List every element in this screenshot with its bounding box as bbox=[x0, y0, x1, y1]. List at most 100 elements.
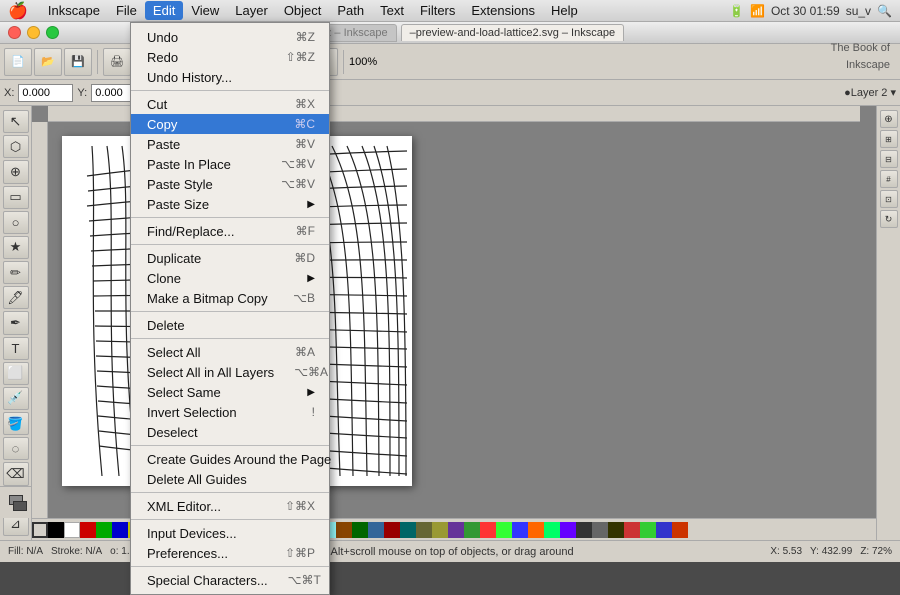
brown-swatch[interactable] bbox=[336, 522, 352, 538]
dkbrown-swatch[interactable] bbox=[608, 522, 624, 538]
menubar-layer[interactable]: Layer bbox=[227, 1, 276, 20]
window-tab-active[interactable]: –preview-and-load-lattice2.svg – Inkscap… bbox=[401, 24, 624, 41]
violet-swatch[interactable] bbox=[560, 522, 576, 538]
paint-bucket-tool[interactable]: 🪣 bbox=[3, 412, 29, 435]
zoom-fit-right[interactable]: ⊡ bbox=[880, 190, 898, 208]
navy-swatch[interactable] bbox=[368, 522, 384, 538]
green-swatch[interactable] bbox=[96, 522, 112, 538]
text-tool[interactable]: T bbox=[3, 337, 29, 360]
dustyred-swatch[interactable] bbox=[624, 522, 640, 538]
menu-cut[interactable]: Cut ⌘X bbox=[131, 94, 329, 114]
brightgreen-swatch[interactable] bbox=[496, 522, 512, 538]
node-tool[interactable]: ⬡ bbox=[3, 135, 29, 158]
brightblue-swatch[interactable] bbox=[512, 522, 528, 538]
menubar-help[interactable]: Help bbox=[543, 1, 586, 20]
close-button[interactable] bbox=[8, 26, 21, 39]
white-swatch[interactable] bbox=[64, 522, 80, 538]
menu-preferences[interactable]: Preferences... ⇧⌘P bbox=[131, 543, 329, 563]
dkteal-swatch[interactable] bbox=[400, 522, 416, 538]
menu-select-all-layers[interactable]: Select All in All Layers ⌥⌘A bbox=[131, 362, 329, 382]
menu-paste-style[interactable]: Paste Style ⌥⌘V bbox=[131, 174, 329, 194]
mintgreen-swatch[interactable] bbox=[544, 522, 560, 538]
menu-undo-history[interactable]: Undo History... bbox=[131, 67, 329, 87]
fill-stroke-btn[interactable]: ⊞ bbox=[880, 130, 898, 148]
zoom-tool[interactable]: ⊕ bbox=[3, 160, 29, 183]
red-swatch[interactable] bbox=[80, 522, 96, 538]
medgreen-swatch[interactable] bbox=[640, 522, 656, 538]
print-button[interactable]: 🖨 bbox=[103, 48, 131, 76]
guides-btn[interactable]: ⊟ bbox=[880, 150, 898, 168]
redbrown-swatch[interactable] bbox=[672, 522, 688, 538]
pencil-tool[interactable]: ✏ bbox=[3, 261, 29, 284]
menu-special-characters[interactable]: Special Characters... ⌥⌘T bbox=[131, 570, 329, 590]
rect-tool[interactable]: ▭ bbox=[3, 186, 29, 209]
indigo-swatch[interactable] bbox=[448, 522, 464, 538]
layer-selector[interactable]: ●Layer 2 ▾ bbox=[844, 86, 896, 99]
spotlight-icon[interactable]: 🔍 bbox=[877, 4, 892, 18]
menu-duplicate[interactable]: Duplicate ⌘D bbox=[131, 248, 329, 268]
menu-undo[interactable]: Undo ⌘Z bbox=[131, 27, 329, 47]
menubar-inkscape[interactable]: Inkscape bbox=[40, 1, 108, 20]
eyedropper-tool[interactable]: 💉 bbox=[3, 387, 29, 410]
brightorange-swatch[interactable] bbox=[528, 522, 544, 538]
dkgray-swatch[interactable] bbox=[576, 522, 592, 538]
black-swatch[interactable] bbox=[48, 522, 64, 538]
grid-btn[interactable]: # bbox=[880, 170, 898, 188]
lime-swatch[interactable] bbox=[464, 522, 480, 538]
medblue-swatch[interactable] bbox=[656, 522, 672, 538]
menu-input-devices[interactable]: Input Devices... bbox=[131, 523, 329, 543]
transparent-swatch[interactable] bbox=[32, 522, 48, 538]
menu-xml-editor[interactable]: XML Editor... ⇧⌘X bbox=[131, 496, 329, 516]
menu-make-bitmap-copy[interactable]: Make a Bitmap Copy ⌥B bbox=[131, 288, 329, 308]
x-coord-input[interactable] bbox=[18, 84, 73, 102]
blue-swatch[interactable] bbox=[112, 522, 128, 538]
eraser-tool[interactable]: ⌫ bbox=[3, 462, 29, 485]
ltred-swatch[interactable] bbox=[480, 522, 496, 538]
menu-deselect[interactable]: Deselect bbox=[131, 422, 329, 442]
pen-tool[interactable]: 🖊 bbox=[3, 286, 29, 309]
menubar-object[interactable]: Object bbox=[276, 1, 330, 20]
menu-paste[interactable]: Paste ⌘V bbox=[131, 134, 329, 154]
minimize-button[interactable] bbox=[27, 26, 40, 39]
stroke-box[interactable] bbox=[13, 501, 27, 511]
menubar-filters[interactable]: Filters bbox=[412, 1, 463, 20]
midgray-swatch[interactable] bbox=[592, 522, 608, 538]
menu-select-same[interactable]: Select Same ▶ bbox=[131, 382, 329, 402]
maroon-swatch[interactable] bbox=[384, 522, 400, 538]
menu-clone[interactable]: Clone ▶ bbox=[131, 268, 329, 288]
menubar-extensions[interactable]: Extensions bbox=[463, 1, 543, 20]
time-display: Oct 30 01:59 bbox=[771, 4, 840, 18]
olive-swatch[interactable] bbox=[416, 522, 432, 538]
menu-delete-all-guides[interactable]: Delete All Guides bbox=[131, 469, 329, 489]
apple-menu[interactable]: 🍎 bbox=[8, 1, 28, 21]
circle-tool[interactable]: ○ bbox=[3, 211, 29, 234]
menu-select-all[interactable]: Select All ⌘A bbox=[131, 342, 329, 362]
menu-redo[interactable]: Redo ⇧⌘Z bbox=[131, 47, 329, 67]
menu-paste-in-place[interactable]: Paste In Place ⌥⌘V bbox=[131, 154, 329, 174]
calligraphy-tool[interactable]: ✒ bbox=[3, 311, 29, 334]
menubar-edit[interactable]: Edit bbox=[145, 1, 183, 20]
menubar-path[interactable]: Path bbox=[329, 1, 372, 20]
new-button[interactable]: 📄 bbox=[4, 48, 32, 76]
rotate-cw[interactable]: ↻ bbox=[880, 210, 898, 228]
menu-delete[interactable]: Delete bbox=[131, 315, 329, 335]
menu-find-replace[interactable]: Find/Replace... ⌘F bbox=[131, 221, 329, 241]
gradient-tool[interactable]: ⬜ bbox=[3, 362, 29, 385]
open-button[interactable]: 📂 bbox=[34, 48, 62, 76]
tan-swatch[interactable] bbox=[432, 522, 448, 538]
spray-tool[interactable]: ◌ bbox=[3, 437, 29, 460]
save-button[interactable]: 💾 bbox=[64, 48, 92, 76]
snap-toggle[interactable]: ⊕ bbox=[880, 110, 898, 128]
maximize-button[interactable] bbox=[46, 26, 59, 39]
redo-label: Redo bbox=[147, 50, 178, 65]
menubar-file[interactable]: File bbox=[108, 1, 145, 20]
menu-paste-size[interactable]: Paste Size ▶ bbox=[131, 194, 329, 214]
menubar-view[interactable]: View bbox=[183, 1, 227, 20]
dkgreen-swatch[interactable] bbox=[352, 522, 368, 538]
star-tool[interactable]: ★ bbox=[3, 236, 29, 259]
menubar-text[interactable]: Text bbox=[372, 1, 412, 20]
menu-create-guides[interactable]: Create Guides Around the Page bbox=[131, 449, 329, 469]
select-tool[interactable]: ↖ bbox=[3, 110, 29, 133]
menu-invert-selection[interactable]: Invert Selection ! bbox=[131, 402, 329, 422]
menu-copy[interactable]: Copy ⌘C bbox=[131, 114, 329, 134]
